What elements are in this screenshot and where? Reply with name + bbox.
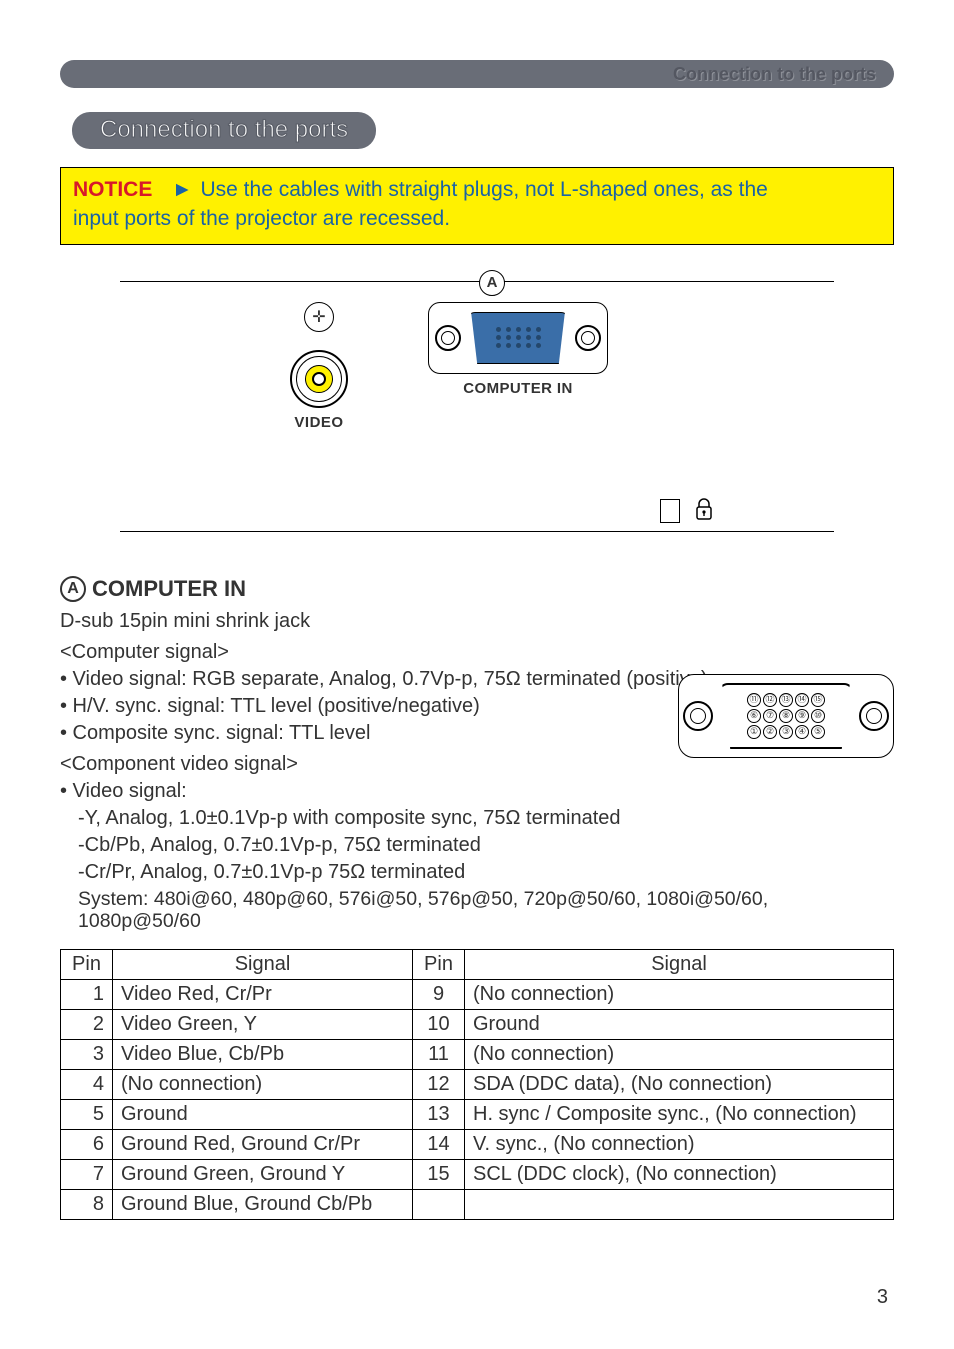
table-cell: (No connection): [113, 1069, 413, 1099]
notice-text-2: input ports of the projector are recesse…: [73, 207, 450, 230]
pin-number-icon: ⑮: [811, 693, 825, 707]
table-cell: [465, 1189, 894, 1219]
pin-number-icon: ⑨: [795, 709, 809, 723]
table-cell: 7: [61, 1159, 113, 1189]
table-cell: (No connection): [465, 979, 894, 1009]
table-cell: 4: [61, 1069, 113, 1099]
table-row: 4(No connection)12SDA (DDC data), (No co…: [61, 1069, 894, 1099]
port-diagram: A ✛ VIDEO COMPUTER IN: [120, 281, 834, 532]
table-row: 8Ground Blue, Ground Cb/Pb: [61, 1189, 894, 1219]
table-row: 5Ground13H. sync / Composite sync., (No …: [61, 1099, 894, 1129]
pin-number-icon: ⑧: [779, 709, 793, 723]
th-pin-1: Pin: [61, 949, 113, 979]
table-cell: 11: [413, 1039, 465, 1069]
table-cell: Video Red, Cr/Pr: [113, 979, 413, 1009]
table-cell: 6: [61, 1129, 113, 1159]
video-label: VIDEO: [294, 414, 343, 431]
table-cell: 2: [61, 1009, 113, 1039]
dsub-connector-icon: [467, 312, 569, 364]
pin-number-icon: ⑥: [747, 709, 761, 723]
computer-signal-header: <Computer signal>: [60, 641, 894, 664]
notice-text-1: Use the cables with straight plugs, not …: [201, 178, 768, 201]
pin-number-icon: ⑪: [747, 693, 761, 707]
pin-number-icon: ④: [795, 725, 809, 739]
system-line: System: 480i@60, 480p@60, 576i@50, 576p@…: [60, 888, 894, 933]
section-title-pill: Connection to the ports: [72, 112, 376, 149]
table-cell: Ground: [465, 1009, 894, 1039]
table-cell: Ground Blue, Ground Cb/Pb: [113, 1189, 413, 1219]
table-cell: Ground Green, Ground Y: [113, 1159, 413, 1189]
table-cell: 5: [61, 1099, 113, 1129]
table-row: 6Ground Red, Ground Cr/Pr14V. sync., (No…: [61, 1129, 894, 1159]
lock-icon: [694, 497, 714, 525]
table-cell: 10: [413, 1009, 465, 1039]
pin-number-icon: ⑬: [779, 693, 793, 707]
computer-in-label: COMPUTER IN: [463, 380, 572, 397]
screw-icon: ✛: [304, 302, 334, 332]
table-cell: (No connection): [465, 1039, 894, 1069]
pin-number-icon: ⑫: [763, 693, 777, 707]
conn-screw-right-icon: [859, 701, 889, 731]
th-signal-1: Signal: [113, 949, 413, 979]
dsub-screw-right-icon: [575, 325, 601, 351]
table-row: 2Video Green, Y10Ground: [61, 1009, 894, 1039]
table-cell: 9: [413, 979, 465, 1009]
table-cell: 13: [413, 1099, 465, 1129]
th-pin-2: Pin: [413, 949, 465, 979]
dsub-pinout-drawing: ⑪⑫⑬⑭⑮ ⑥⑦⑧⑨⑩ ①②③④⑤: [678, 666, 894, 766]
pin-table: Pin Signal Pin Signal 1Video Red, Cr/Pr9…: [60, 949, 894, 1220]
pin-number-icon: ③: [779, 725, 793, 739]
table-cell: Video Green, Y: [113, 1009, 413, 1039]
table-cell: H. sync / Composite sync., (No connectio…: [465, 1099, 894, 1129]
component-line-3: -Cr/Pr, Analog, 0.7±0.1Vp-p 75Ω terminat…: [60, 861, 894, 884]
table-cell: Video Blue, Cb/Pb: [113, 1039, 413, 1069]
computer-in-block: COMPUTER IN: [428, 302, 608, 397]
section-a-letter-icon: A: [60, 576, 86, 602]
pin-number-icon: ⑩: [811, 709, 825, 723]
table-cell: V. sync., (No connection): [465, 1129, 894, 1159]
notice-label: NOTICE: [73, 178, 152, 201]
table-row: 1Video Red, Cr/Pr9(No connection): [61, 979, 894, 1009]
security-slot-icon: [660, 499, 680, 523]
diagram-bottom-border: [120, 531, 834, 532]
video-port-block: ✛ VIDEO: [290, 302, 348, 431]
dsub-screw-left-icon: [435, 325, 461, 351]
table-cell: 15: [413, 1159, 465, 1189]
page-number: 3: [877, 1286, 888, 1309]
rca-jack-icon: [290, 350, 348, 408]
th-signal-2: Signal: [465, 949, 894, 979]
table-header-row: Pin Signal Pin Signal: [61, 949, 894, 979]
table-row: 3Video Blue, Cb/Pb11(No connection): [61, 1039, 894, 1069]
callout-a: A: [479, 270, 505, 296]
component-line-2: -Cb/Pb, Analog, 0.7±0.1Vp-p, 75Ω termina…: [60, 834, 894, 857]
notice-arrow-icon: ►: [172, 178, 193, 201]
pin-number-icon: ②: [763, 725, 777, 739]
header-breadcrumb: Connection to the ports: [673, 64, 876, 85]
component-line-1: -Y, Analog, 1.0±0.1Vp-p with composite s…: [60, 807, 894, 830]
section-title-text: Connection to the ports: [100, 116, 348, 143]
table-cell: 12: [413, 1069, 465, 1099]
table-row: 7Ground Green, Ground Y15SCL (DDC clock)…: [61, 1159, 894, 1189]
section-a: A COMPUTER IN D-sub 15pin mini shrink ja…: [60, 576, 894, 933]
pin-number-icon: ⑤: [811, 725, 825, 739]
pin-number-icon: ①: [747, 725, 761, 739]
pin-number-icon: ⑦: [763, 709, 777, 723]
table-cell: 1: [61, 979, 113, 1009]
table-cell: 3: [61, 1039, 113, 1069]
conn-trapezoid-icon: ⑪⑫⑬⑭⑮ ⑥⑦⑧⑨⑩ ①②③④⑤: [718, 683, 854, 749]
header-bar: Connection to the ports: [60, 60, 894, 88]
notice-box: NOTICE ► Use the cables with straight pl…: [60, 167, 894, 245]
section-a-subtitle: D-sub 15pin mini shrink jack: [60, 610, 894, 633]
table-cell: 14: [413, 1129, 465, 1159]
table-cell: SDA (DDC data), (No connection): [465, 1069, 894, 1099]
pin-number-icon: ⑭: [795, 693, 809, 707]
table-cell: Ground: [113, 1099, 413, 1129]
table-cell: 8: [61, 1189, 113, 1219]
table-cell: Ground Red, Ground Cr/Pr: [113, 1129, 413, 1159]
table-cell: [413, 1189, 465, 1219]
section-a-title: COMPUTER IN: [92, 576, 246, 602]
component-lead: • Video signal:: [60, 780, 894, 803]
conn-screw-left-icon: [683, 701, 713, 731]
table-cell: SCL (DDC clock), (No connection): [465, 1159, 894, 1189]
